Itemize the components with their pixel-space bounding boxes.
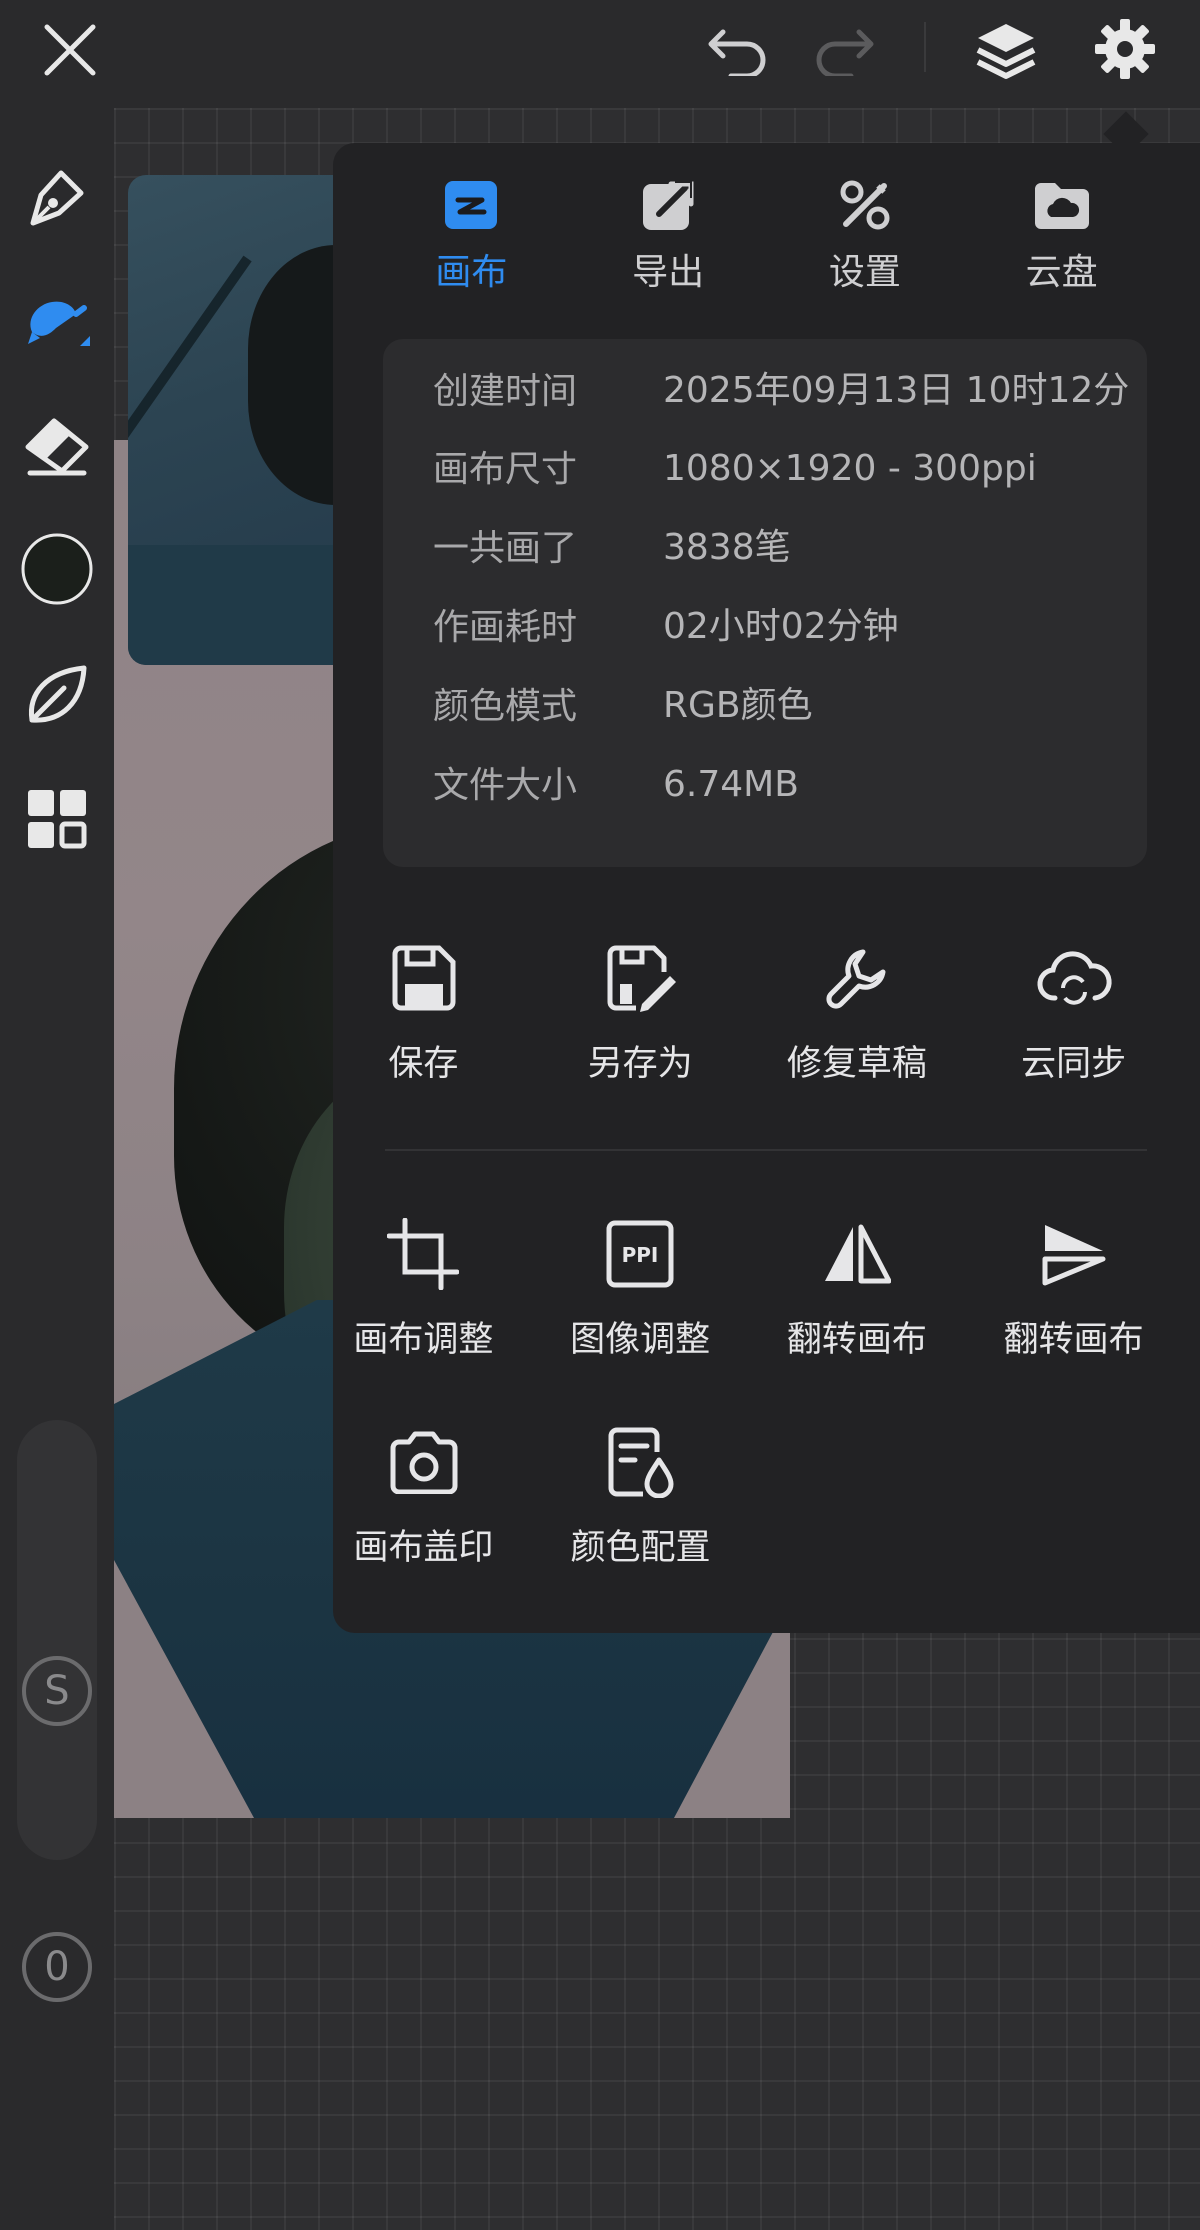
- canvas-info-box: 创建时间 2025年09月13日 10时12分 画布尺寸 1080×1920 -…: [383, 339, 1147, 867]
- info-key: 一共画了: [433, 528, 578, 569]
- info-value: 3838笔: [663, 527, 791, 568]
- info-value: RGB颜色: [663, 685, 813, 726]
- save-button[interactable]: 保存: [315, 939, 532, 1086]
- color-profile-button[interactable]: 颜色配置: [532, 1423, 749, 1570]
- crop-icon: [384, 1215, 462, 1293]
- cloud-sync-label: 云同步: [1021, 1044, 1127, 1084]
- cloud-drive-icon: [1032, 175, 1092, 235]
- tools-icon: [835, 175, 895, 235]
- misc-actions-row: 画布盖印 颜色配置: [315, 1423, 1182, 1570]
- tab-cloud-drive[interactable]: 云盘: [982, 175, 1142, 305]
- repair-draft-label: 修复草稿: [786, 1044, 927, 1084]
- info-row: 创建时间 2025年09月13日 10时12分: [433, 357, 1133, 427]
- top-bar: [0, 0, 1200, 108]
- reference-shirt: [128, 545, 358, 665]
- flip-canvas-horizontal-button[interactable]: 翻转画布: [749, 1215, 966, 1362]
- color-swatch[interactable]: [20, 532, 94, 606]
- info-key: 作画耗时: [433, 607, 578, 648]
- canvas-adjust-button[interactable]: 画布调整: [315, 1215, 532, 1362]
- info-value: 6.74MB: [663, 764, 799, 805]
- info-key: 颜色模式: [433, 686, 578, 727]
- tab-settings[interactable]: 设置: [785, 175, 945, 305]
- size-slider[interactable]: [17, 1420, 97, 1860]
- brush-icon[interactable]: [18, 284, 96, 362]
- info-row: 一共画了 3838笔: [433, 514, 1133, 584]
- canvas-stamp-label: 画布盖印: [353, 1528, 494, 1568]
- top-divider: [924, 22, 926, 72]
- eraser-icon[interactable]: [18, 408, 96, 486]
- grid-icon[interactable]: [22, 784, 92, 854]
- cloud-sync-button[interactable]: 云同步: [965, 939, 1182, 1086]
- flip-vertical-icon: [1035, 1215, 1113, 1293]
- file-actions-row: 保存 另存为 修复草稿 云同步: [315, 939, 1182, 1086]
- flip-canvas-vertical-label: 翻转画布: [1003, 1320, 1144, 1360]
- panel-tabs: 画布 导出 设置 云盘: [333, 175, 1200, 305]
- info-row: 画布尺寸 1080×1920 - 300ppi: [433, 435, 1133, 505]
- camera-stamp-icon: [385, 1423, 463, 1501]
- zero-button[interactable]: 0: [22, 1932, 92, 2002]
- close-icon[interactable]: [30, 10, 110, 90]
- canvas-settings-panel: 画布 导出 设置 云盘 创建时间 2025年09月13日 10时12分 画布尺寸…: [333, 143, 1200, 1633]
- info-value: 1080×1920 - 300ppi: [663, 448, 1037, 489]
- wrench-icon: [818, 939, 896, 1017]
- section-divider: [385, 1149, 1147, 1151]
- tab-export[interactable]: 导出: [588, 175, 748, 305]
- s-button[interactable]: S: [22, 1656, 92, 1726]
- info-row: 文件大小 6.74MB: [433, 751, 1133, 821]
- canvas-icon: [441, 175, 501, 235]
- tab-settings-label: 设置: [828, 252, 901, 293]
- canvas-stamp-button[interactable]: 画布盖印: [315, 1423, 532, 1570]
- color-profile-icon: [602, 1423, 680, 1501]
- info-row: 作画耗时 02小时02分钟: [433, 593, 1133, 663]
- tab-canvas-label: 画布: [435, 252, 508, 293]
- layers-icon[interactable]: [966, 10, 1046, 90]
- reference-stroke: [128, 255, 252, 475]
- undo-icon[interactable]: [700, 12, 776, 88]
- repair-draft-button[interactable]: 修复草稿: [749, 939, 966, 1086]
- info-key: 文件大小: [433, 765, 578, 806]
- info-key: 画布尺寸: [433, 449, 578, 490]
- export-icon: [638, 175, 698, 235]
- info-value: 02小时02分钟: [663, 606, 899, 647]
- color-profile-label: 颜色配置: [570, 1528, 711, 1568]
- info-key: 创建时间: [433, 371, 578, 412]
- save-icon: [384, 939, 462, 1017]
- pen-icon[interactable]: [18, 158, 96, 236]
- info-row: 颜色模式 RGB颜色: [433, 672, 1133, 742]
- flip-canvas-horizontal-label: 翻转画布: [786, 1320, 927, 1360]
- flip-canvas-vertical-button[interactable]: 翻转画布: [965, 1215, 1182, 1362]
- svg-text:PPI: PPI: [622, 1243, 659, 1267]
- redo-icon[interactable]: [806, 12, 882, 88]
- save-as-button[interactable]: 另存为: [532, 939, 749, 1086]
- canvas-adjust-label: 画布调整: [353, 1320, 494, 1360]
- save-as-icon: [601, 939, 679, 1017]
- tab-export-label: 导出: [632, 252, 705, 293]
- flip-horizontal-icon: [818, 1215, 896, 1293]
- leaf-icon[interactable]: [20, 658, 94, 732]
- tab-canvas[interactable]: 画布: [391, 175, 551, 305]
- ppi-icon: PPI: [601, 1215, 679, 1293]
- reference-image[interactable]: [128, 175, 358, 665]
- left-toolbar: [0, 108, 114, 2230]
- save-label: 保存: [388, 1044, 459, 1084]
- cloud-sync-icon: [1035, 939, 1113, 1017]
- canvas-actions-row: 画布调整 PPI 图像调整 翻转画布 翻转画布: [315, 1215, 1182, 1362]
- gear-icon[interactable]: [1084, 8, 1166, 90]
- tab-cloud-drive-label: 云盘: [1025, 252, 1098, 293]
- image-adjust-label: 图像调整: [570, 1320, 711, 1360]
- image-adjust-button[interactable]: PPI 图像调整: [532, 1215, 749, 1362]
- save-as-label: 另存为: [587, 1044, 693, 1084]
- info-value: 2025年09月13日 10时12分: [663, 370, 1130, 411]
